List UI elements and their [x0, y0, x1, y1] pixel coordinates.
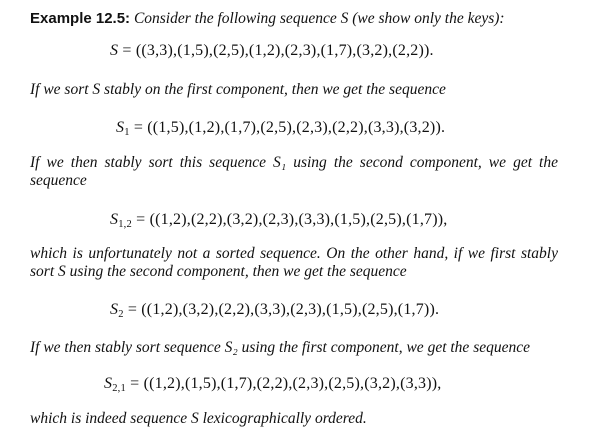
equation-s21-sub: 2,1 — [112, 383, 126, 394]
equation-s12: S1,2 = ((1,2),(2,2),(3,2),(2,3),(3,3),(1… — [110, 210, 447, 230]
equation-s2-rhs: = ((1,2),(3,2),(2,2),(3,3),(2,3),(1,5),(… — [127, 301, 440, 318]
equation-s2-sub: 2 — [118, 309, 124, 320]
equation-s-lhs: S — [110, 42, 119, 59]
example-label: Example 12.5: — [30, 10, 131, 27]
example-intro: Consider the following sequence S (we sh… — [133, 10, 505, 27]
equation-s12-sub: 1,2 — [118, 219, 132, 230]
equation-s2: S2 = ((1,2),(3,2),(2,2),(3,3),(2,3),(1,5… — [110, 300, 439, 320]
paragraph-1: If we sort S stably on the first compone… — [30, 81, 446, 98]
equation-s1: S1 = ((1,5),(1,2),(1,7),(2,5),(2,3),(2,2… — [116, 118, 445, 138]
equation-s1-sub: 1 — [124, 127, 130, 138]
equation-s12-rhs: = ((1,2),(2,2),(3,2),(2,3),(3,3),(1,5),(… — [136, 211, 448, 228]
paragraph-4: If we then stably sort sequence S₂ using… — [30, 339, 530, 356]
equation-s1-lhs: S — [116, 119, 125, 136]
equation-s21: S2,1 = ((1,2),(1,5),(1,7),(2,2),(2,3),(2… — [104, 374, 441, 394]
example-heading: Example 12.5: Consider the following seq… — [30, 10, 505, 28]
paragraph-2-line-2: sequence — [30, 172, 87, 189]
equation-s21-rhs: = ((1,2),(1,5),(1,7),(2,2),(2,3),(2,5),(… — [130, 375, 442, 392]
equation-s12-lhs: S — [110, 211, 119, 228]
paragraph-3-line-2: sort S using the second component, then … — [30, 263, 407, 280]
paragraph-3-line-1: which is unfortunately not a sorted sequ… — [30, 245, 558, 262]
paragraph-2-line-1: If we then stably sort this sequence S₁ … — [30, 154, 558, 171]
paragraph-2: If we then stably sort this sequence S₁ … — [30, 154, 558, 172]
equation-s21-lhs: S — [104, 375, 113, 392]
paragraph-5: which is indeed sequence S lexicographic… — [30, 410, 367, 427]
equation-s-rhs: = ((3,3),(1,5),(2,5),(1,2),(2,3),(1,7),(… — [122, 42, 434, 59]
document-page: Example 12.5: Consider the following seq… — [0, 0, 594, 436]
equation-s2-lhs: S — [110, 301, 119, 318]
equation-s: S = ((3,3),(1,5),(2,5),(1,2),(2,3),(1,7)… — [110, 41, 434, 61]
equation-s1-rhs: = ((1,5),(1,2),(1,7),(2,5),(2,3),(2,2),(… — [133, 119, 446, 136]
paragraph-3: which is unfortunately not a sorted sequ… — [30, 245, 558, 263]
